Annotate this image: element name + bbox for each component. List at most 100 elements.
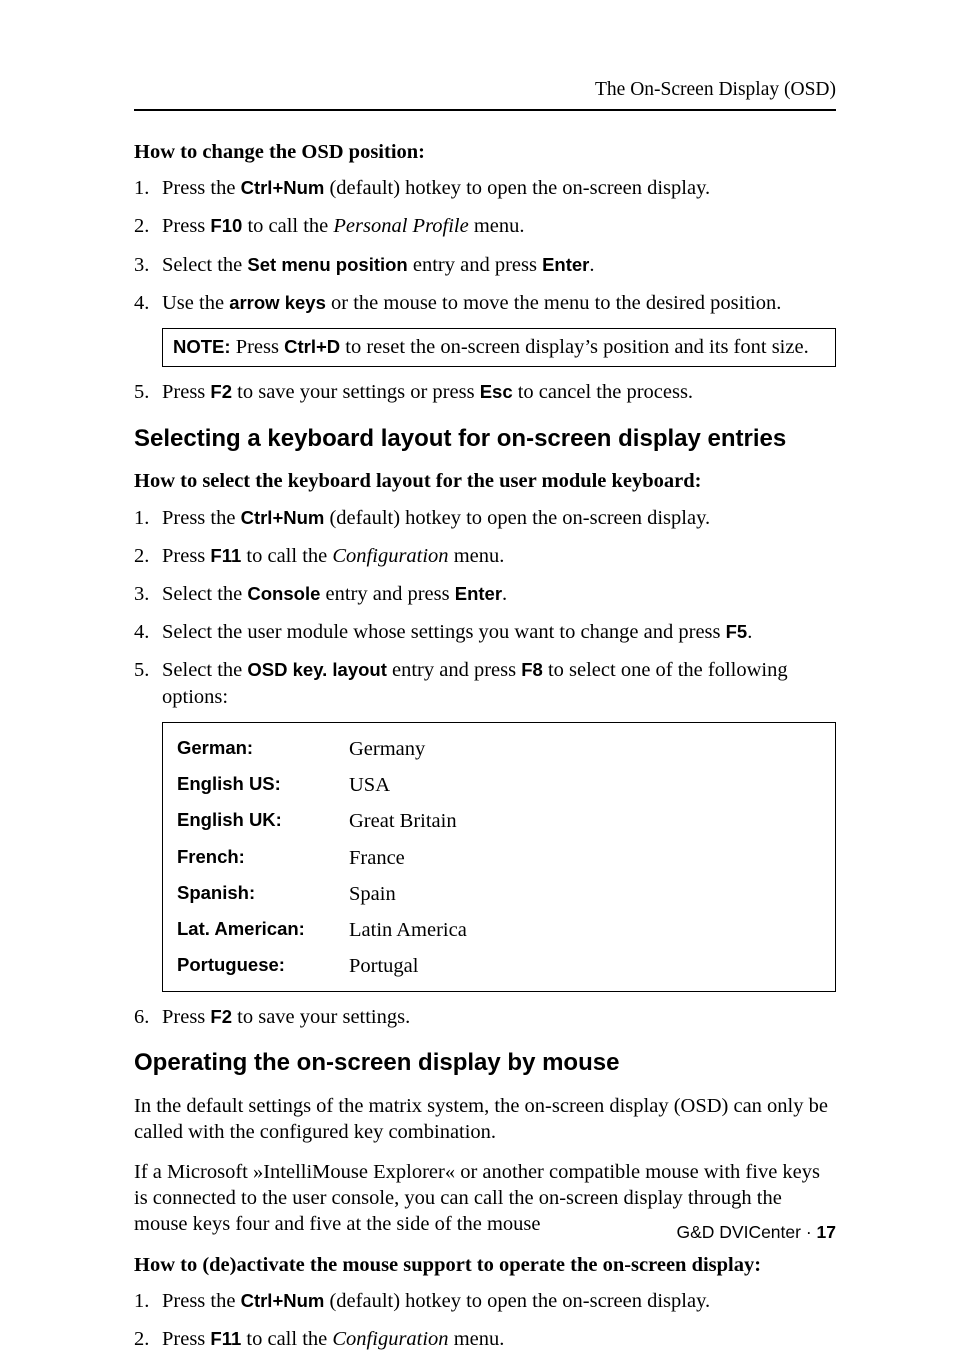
- hotkey: F10: [210, 215, 242, 236]
- paragraph: In the default settings of the matrix sy…: [134, 1093, 836, 1145]
- text: entry and press: [387, 659, 521, 681]
- hotkey: F2: [210, 1006, 232, 1027]
- text: entry and press: [408, 254, 542, 276]
- step-body: Select the OSD key. layout entry and pre…: [162, 657, 836, 709]
- text: Select the user module whose settings yo…: [162, 621, 726, 643]
- step-number: 6.: [134, 1004, 162, 1030]
- menu-name: Personal Profile: [333, 215, 468, 237]
- text: to cancel the process.: [513, 381, 693, 403]
- header-rule: [134, 109, 836, 111]
- step-2: 2. Press F10 to call the Personal Profil…: [134, 213, 836, 239]
- menu-entry: OSD key. layout: [247, 659, 386, 680]
- step-body: Select the Set menu position entry and p…: [162, 252, 836, 278]
- step-4: 4. Select the user module whose settings…: [134, 619, 836, 645]
- step-1: 1. Press the Ctrl+Num (default) hotkey t…: [134, 175, 836, 201]
- heading-keyboard-layout: Selecting a keyboard layout for on-scree…: [134, 424, 836, 455]
- hotkey: Ctrl+Num: [241, 1290, 325, 1311]
- hotkey: Enter: [542, 254, 589, 275]
- steps-keyboard-layout: 1. Press the Ctrl+Num (default) hotkey t…: [134, 505, 836, 710]
- row-label: English UK:: [177, 808, 349, 834]
- step-number: 1.: [134, 175, 162, 201]
- step-number: 3.: [134, 581, 162, 607]
- step-number: 2.: [134, 1326, 162, 1352]
- table-row: English US: USA: [163, 767, 835, 803]
- step-body: Press F2 to save your settings.: [162, 1004, 836, 1030]
- text: .: [747, 621, 752, 643]
- step-4: 4. Use the arrow keys or the mouse to mo…: [134, 290, 836, 316]
- page-number: 17: [817, 1222, 836, 1242]
- row-value: Portugal: [349, 953, 821, 979]
- keyboard-layout-table: German: Germany English US: USA English …: [162, 722, 836, 992]
- row-value: USA: [349, 772, 821, 798]
- step-3: 3. Select the Console entry and press En…: [134, 581, 836, 607]
- running-header: The On-Screen Display (OSD): [134, 78, 836, 103]
- menu-entry: Console: [247, 583, 320, 604]
- step-3: 3. Select the Set menu position entry an…: [134, 252, 836, 278]
- text: Select the: [162, 583, 247, 605]
- text: (default) hotkey to open the on-screen d…: [324, 1290, 710, 1312]
- step-2: 2. Press F11 to call the Configuration m…: [134, 543, 836, 569]
- page-footer: G&D DVICenter · 17: [676, 1221, 836, 1243]
- note-label: NOTE:: [173, 336, 231, 357]
- table-row: Portuguese: Portugal: [163, 948, 835, 984]
- text: menu.: [449, 1328, 505, 1350]
- steps-keyboard-layout-cont: 6. Press F2 to save your settings.: [134, 1004, 836, 1030]
- table-row: English UK: Great Britain: [163, 803, 835, 839]
- menu-name: Configuration: [332, 1328, 448, 1350]
- row-label: Portuguese:: [177, 953, 349, 979]
- text: Press the: [162, 177, 241, 199]
- table-row: German: Germany: [163, 731, 835, 767]
- step-number: 4.: [134, 290, 162, 316]
- steps-osd-position: 1. Press the Ctrl+Num (default) hotkey t…: [134, 175, 836, 316]
- text: .: [589, 254, 594, 276]
- step-body: Use the arrow keys or the mouse to move …: [162, 290, 836, 316]
- hotkey: F2: [210, 381, 232, 402]
- step-number: 5.: [134, 379, 162, 405]
- hotkey: Ctrl+Num: [241, 507, 325, 528]
- row-value: France: [349, 845, 821, 871]
- step-number: 1.: [134, 505, 162, 531]
- text: Press: [162, 381, 210, 403]
- page: The On-Screen Display (OSD) How to chang…: [0, 0, 954, 1339]
- text: Press: [162, 1328, 210, 1350]
- subheading-mouse-support: How to (de)activate the mouse support to…: [134, 1252, 836, 1278]
- row-label: French:: [177, 845, 349, 871]
- step-5: 5. Select the OSD key. layout entry and …: [134, 657, 836, 709]
- steps-osd-position-cont: 5. Press F2 to save your settings or pre…: [134, 379, 836, 405]
- text: Press: [231, 336, 285, 358]
- step-number: 2.: [134, 543, 162, 569]
- step-5: 5. Press F2 to save your settings or pre…: [134, 379, 836, 405]
- step-number: 2.: [134, 213, 162, 239]
- hotkey: F5: [726, 621, 748, 642]
- step-body: Press F11 to call the Configuration menu…: [162, 543, 836, 569]
- row-value: Spain: [349, 881, 821, 907]
- hotkey: arrow keys: [229, 292, 326, 313]
- text: (default) hotkey to open the on-screen d…: [324, 177, 710, 199]
- row-label: English US:: [177, 772, 349, 798]
- menu-entry: Set menu position: [247, 254, 407, 275]
- step-1: 1. Press the Ctrl+Num (default) hotkey t…: [134, 505, 836, 531]
- subheading-osd-position: How to change the OSD position:: [134, 139, 836, 165]
- step-number: 3.: [134, 252, 162, 278]
- steps-mouse-support: 1. Press the Ctrl+Num (default) hotkey t…: [134, 1288, 836, 1352]
- step-body: Press the Ctrl+Num (default) hotkey to o…: [162, 175, 836, 201]
- note-box: NOTE: Press Ctrl+D to reset the on-scree…: [162, 328, 836, 367]
- hotkey: F11: [210, 545, 241, 566]
- text: Select the: [162, 659, 247, 681]
- step-number: 4.: [134, 619, 162, 645]
- hotkey: Esc: [480, 381, 513, 402]
- text: Use the: [162, 292, 229, 314]
- step-body: Press the Ctrl+Num (default) hotkey to o…: [162, 505, 836, 531]
- row-label: Lat. American:: [177, 917, 349, 943]
- step-2: 2. Press F11 to call the Configuration m…: [134, 1326, 836, 1352]
- table-row: Spanish: Spain: [163, 876, 835, 912]
- hotkey: Ctrl+D: [284, 336, 340, 357]
- row-value: Latin America: [349, 917, 821, 943]
- row-label: German:: [177, 736, 349, 762]
- hotkey: Ctrl+Num: [241, 177, 325, 198]
- table-row: Lat. American: Latin America: [163, 912, 835, 948]
- text: Select the: [162, 254, 247, 276]
- step-body: Select the user module whose settings yo…: [162, 619, 836, 645]
- row-value: Great Britain: [349, 808, 821, 834]
- step-body: Press F10 to call the Personal Profile m…: [162, 213, 836, 239]
